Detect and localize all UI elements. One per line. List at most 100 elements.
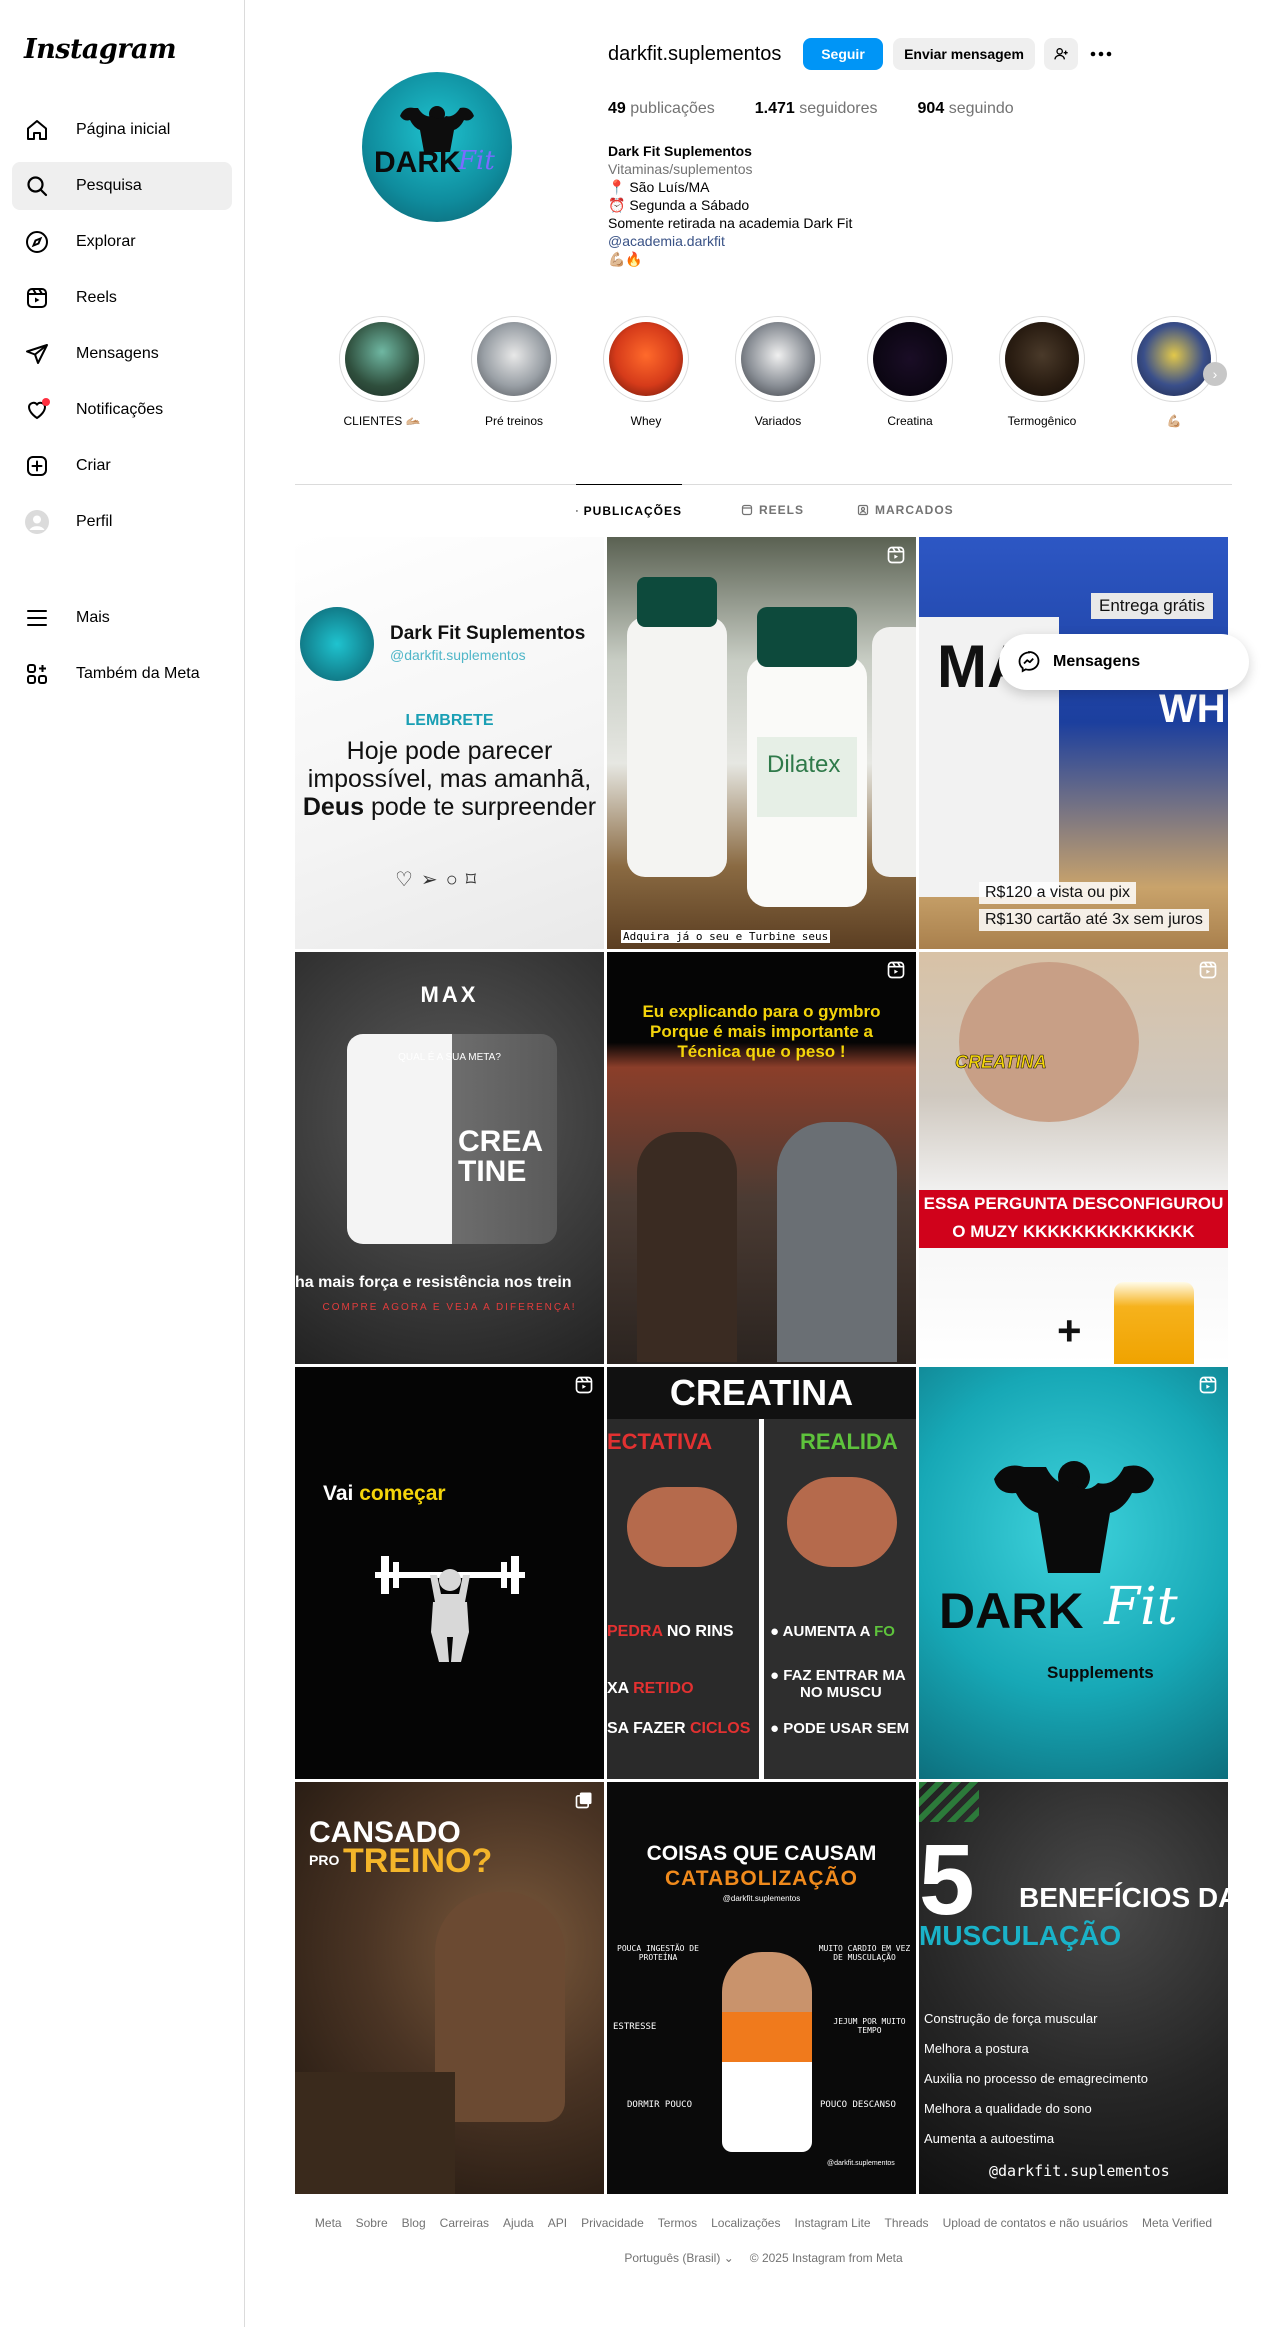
- post-8[interactable]: CREATINA ECTATIVA REALIDA PEDRA NO RINS …: [607, 1367, 916, 1779]
- post-title: CREATINA: [607, 1367, 916, 1419]
- post-price-1: R$120 a vista ou pix: [979, 882, 1136, 904]
- bio-mention-link[interactable]: @academia.darkfit: [608, 232, 968, 250]
- sidebar-item-search[interactable]: Pesquisa: [12, 162, 232, 210]
- reels-icon: [1199, 1376, 1217, 1394]
- footer-link[interactable]: Instagram Lite: [794, 2216, 870, 2230]
- sidebar-item-more[interactable]: Mais: [12, 594, 232, 642]
- instagram-logo[interactable]: Instagram: [24, 34, 177, 65]
- bio-emojis: 💪🏼🔥: [608, 251, 643, 267]
- post-1[interactable]: Dark Fit Suplementos @darkfit.suplemento…: [295, 537, 604, 949]
- post-image: Dilatex: [627, 577, 916, 907]
- post-plus: +: [1057, 1307, 1082, 1354]
- highlight-creatina[interactable]: Creatina: [865, 316, 955, 428]
- bio-schedule: ⏰ Segunda a Sábado: [608, 197, 750, 213]
- floating-messages-label: Mensagens: [1053, 653, 1141, 670]
- post-brand-dark: DARK: [939, 1583, 1084, 1639]
- chevron-down-icon: ⌄: [723, 2251, 734, 2265]
- post-person: [722, 1952, 812, 2152]
- options-button[interactable]: [1088, 38, 1114, 70]
- post-5[interactable]: Eu explicando para o gymbro Porque é mai…: [607, 952, 916, 1364]
- following-stat[interactable]: 904 seguindo: [918, 100, 1014, 118]
- post-arm-left: [627, 1487, 737, 1567]
- sidebar-item-messages[interactable]: Mensagens: [12, 330, 232, 378]
- footer-link[interactable]: Carreiras: [440, 2216, 489, 2230]
- sidebar-item-home[interactable]: Página inicial: [12, 106, 232, 154]
- sidebar-item-explore[interactable]: Explorar: [12, 218, 232, 266]
- followers-stat[interactable]: 1.471 seguidores: [755, 100, 878, 118]
- post-person-left: [637, 1132, 737, 1362]
- footer-link[interactable]: Termos: [658, 2216, 697, 2230]
- footer-link[interactable]: Sobre: [356, 2216, 388, 2230]
- post-product-name: WHE: [1159, 687, 1228, 731]
- footer-link[interactable]: API: [548, 2216, 567, 2230]
- post-divider: [759, 1419, 764, 1779]
- post-12[interactable]: 5 BENEFÍCIOS DA MUSCULAÇÃO Construção de…: [919, 1782, 1228, 2194]
- post-headline: Eu explicando para o gymbro Porque é mai…: [642, 1002, 881, 1061]
- post-title-2: CATABOLIZAÇÃO: [664, 1867, 859, 1890]
- home-icon: [24, 117, 50, 143]
- highlights-next-button[interactable]: ›: [1203, 362, 1227, 386]
- search-icon: [24, 173, 50, 199]
- sidebar-item-label: Perfil: [76, 513, 113, 530]
- copyright: © 2025 Instagram from Meta: [749, 2251, 903, 2265]
- profile-avatar[interactable]: DARK Fit: [362, 72, 512, 222]
- suggested-accounts-button[interactable]: [1044, 38, 1078, 70]
- post-3[interactable]: MAX WHE Entrega grátis R$120 a vista ou …: [919, 537, 1228, 949]
- bio-pickup-note: Somente retirada na academia Dark Fit: [608, 215, 853, 231]
- footer-link[interactable]: Ajuda: [503, 2216, 534, 2230]
- post-badge-text: Entrega grátis: [1091, 593, 1213, 619]
- post-9[interactable]: DARK Fit Supplements: [919, 1367, 1228, 1779]
- reels-icon: [1199, 961, 1217, 979]
- post-crea: CREA: [458, 1125, 544, 1158]
- sidebar-item-label: Notificações: [76, 401, 164, 418]
- footer-link[interactable]: Localizações: [711, 2216, 780, 2230]
- sidebar-item-reels[interactable]: Reels: [12, 274, 232, 322]
- footer-link[interactable]: Upload de contatos e não usuários: [943, 2216, 1128, 2230]
- floating-messages-button[interactable]: Mensagens: [999, 634, 1249, 690]
- tab-posts[interactable]: PUBLICAÇÕES: [576, 484, 682, 536]
- sidebar-item-notifications[interactable]: Notificações: [12, 386, 232, 434]
- weightlifter-icon: [375, 1556, 525, 1662]
- post-right-item-3: ● PODE USAR SEM: [770, 1720, 910, 1737]
- highlight-whey[interactable]: Whey: [601, 316, 691, 428]
- sidebar-item-label: Mensagens: [76, 345, 159, 362]
- footer-link[interactable]: Meta: [315, 2216, 342, 2230]
- avatar: [24, 509, 50, 535]
- avatar-dark-text: DARK: [374, 146, 461, 179]
- bio-category: Vitaminas/suplementos: [608, 161, 753, 177]
- footer-link[interactable]: Blog: [402, 2216, 426, 2230]
- post-benefits: Construção de força muscular Melhora a p…: [924, 2011, 1149, 2146]
- post-6[interactable]: CREATINA ESSA PERGUNTA DESCONFIGUROU O M…: [919, 952, 1228, 1364]
- post-2[interactable]: Dilatex Adquira já o seu e Turbine seus: [607, 537, 916, 949]
- sidebar-item-create[interactable]: Criar: [12, 442, 232, 490]
- footer-link[interactable]: Privacidade: [581, 2216, 644, 2230]
- follow-button[interactable]: Seguir: [803, 38, 883, 70]
- post-4[interactable]: MAX QUAL É A SUA META? CREA TINE ha mais…: [295, 952, 604, 1364]
- language-selector[interactable]: Português (Brasil) ⌄: [624, 2251, 733, 2265]
- send-message-button[interactable]: Enviar mensagem: [893, 38, 1035, 70]
- highlight-variados[interactable]: Variados: [733, 316, 823, 428]
- highlight-pre-treinos[interactable]: Pré treinos: [469, 316, 559, 428]
- highlight-termogenico[interactable]: Termogênico: [997, 316, 1087, 428]
- tab-reels[interactable]: REELS: [741, 484, 804, 536]
- highlight-clientes[interactable]: CLIENTES 🫴🏼: [337, 316, 427, 428]
- profile-logo-image: DARK Fit: [374, 106, 495, 179]
- reels-icon: [24, 285, 50, 311]
- post-10[interactable]: CANSADO PRO TREINO?: [295, 1782, 604, 2194]
- post-stripes: [919, 1782, 979, 1822]
- footer-link[interactable]: Threads: [885, 2216, 929, 2230]
- highlight-label: Creatina: [887, 414, 933, 428]
- tab-tagged[interactable]: MARCADOS: [857, 484, 954, 536]
- sidebar-item-profile[interactable]: Perfil: [12, 498, 232, 546]
- sidebar-item-also-from-meta[interactable]: Também da Meta: [12, 650, 232, 698]
- footer-link[interactable]: Meta Verified: [1142, 2216, 1212, 2230]
- footer-bottom: Português (Brasil) ⌄ © 2025 Instagram fr…: [295, 2251, 1232, 2265]
- send-icon: [24, 341, 50, 367]
- avatar-fit-text: Fit: [457, 146, 495, 176]
- post-quote: Hoje pode parecer impossível, mas amanhã…: [302, 737, 597, 821]
- post-11[interactable]: COISAS QUE CAUSAM CATABOLIZAÇÃO @darkfit…: [607, 1782, 916, 2194]
- post-7[interactable]: Vai começar: [295, 1367, 604, 1779]
- highlight-label: Variados: [754, 414, 802, 428]
- post-title-1: BENEFÍCIOS DA: [1019, 1882, 1228, 1913]
- post-tag: CREATINA: [955, 1052, 1047, 1073]
